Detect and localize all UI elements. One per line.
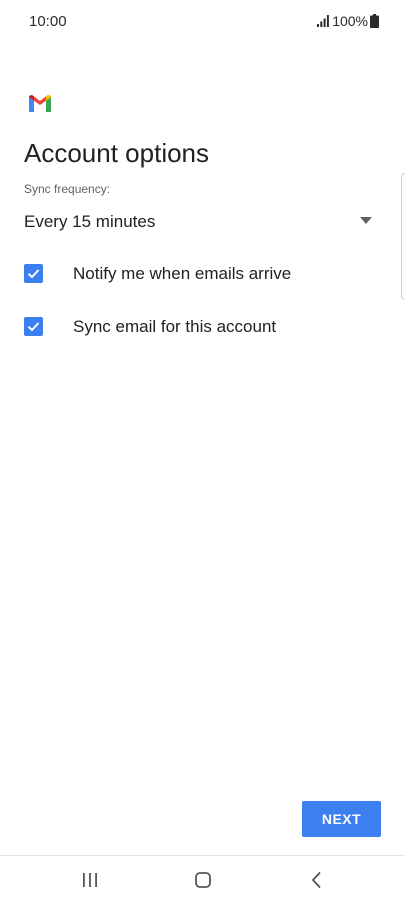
notify-option-row[interactable]: Notify me when emails arrive: [24, 260, 364, 288]
battery-icon: [370, 14, 379, 28]
battery-percent: 100%: [332, 13, 368, 29]
back-button[interactable]: [305, 868, 329, 892]
back-icon: [311, 871, 321, 889]
recents-button[interactable]: [78, 868, 102, 892]
notify-label: Notify me when emails arrive: [73, 264, 292, 283]
sync-email-option-row[interactable]: Sync email for this account: [24, 313, 364, 341]
page-title: Account options: [24, 138, 210, 168]
sync-frequency-label: Sync frequency:: [24, 182, 111, 196]
checkmark-icon: [27, 322, 40, 332]
navigation-bar: [0, 855, 405, 902]
checkmark-icon: [27, 269, 40, 279]
status-icons: 100%: [317, 13, 379, 29]
sync-email-label: Sync email for this account: [73, 317, 277, 336]
home-button[interactable]: [191, 868, 215, 892]
sync-email-checkbox[interactable]: [24, 317, 43, 336]
status-time: 10:00: [29, 13, 67, 30]
sync-frequency-value: Every 15 minutes: [24, 212, 156, 231]
gmail-logo-icon: [29, 95, 51, 112]
status-bar: 10:00 100%: [0, 0, 405, 46]
notify-checkbox[interactable]: [24, 264, 43, 283]
sync-frequency-select[interactable]: Every 15 minutes: [24, 208, 378, 238]
edge-panel-handle[interactable]: [401, 173, 405, 300]
next-button[interactable]: NEXT: [302, 801, 381, 837]
signal-icon: [317, 15, 330, 27]
recents-icon: [83, 873, 97, 887]
dropdown-arrow-icon: [360, 217, 372, 224]
home-icon: [195, 872, 211, 888]
